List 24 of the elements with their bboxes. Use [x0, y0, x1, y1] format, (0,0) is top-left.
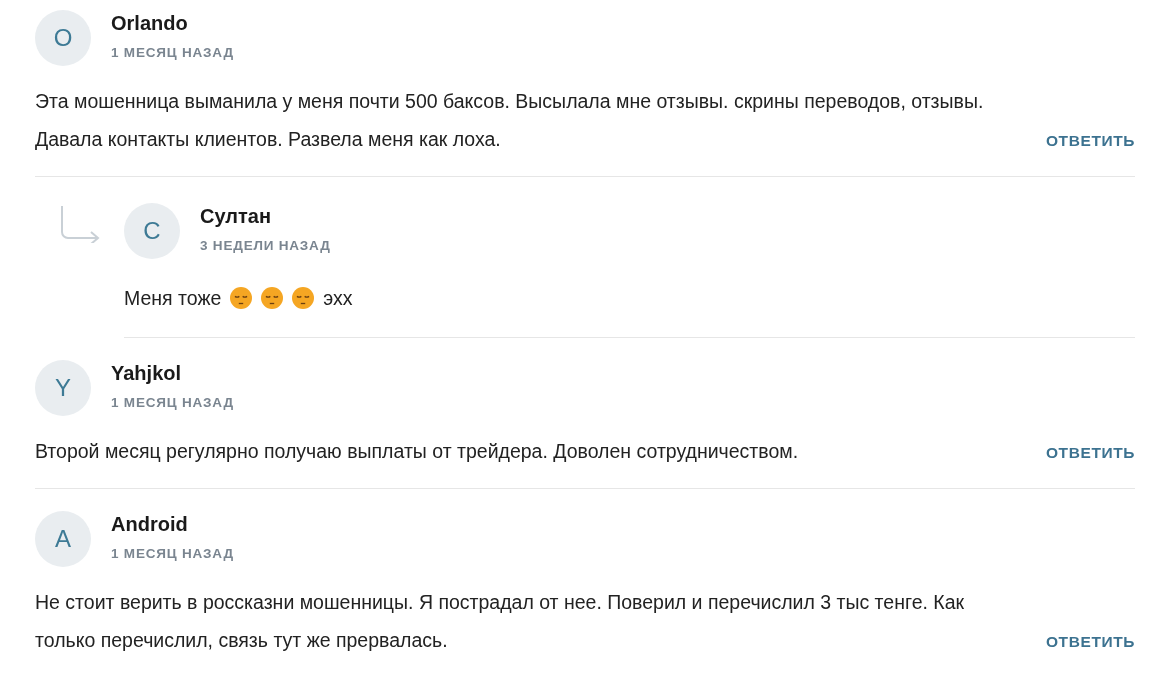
avatar: A	[35, 511, 91, 567]
reply-button[interactable]: ОТВЕТИТЬ	[1045, 444, 1135, 462]
author-name: Yahjkol	[111, 362, 183, 385]
comment-text: Эта мошенница выманила у меня почти 500 баксов. Высылала мне отзывы. скрины переводов, отзывы. Давала контакты клиентов. Развела меня как лоха.	[35, 89, 985, 152]
reply-button[interactable]: ОТВЕТИТЬ	[1045, 132, 1135, 150]
comment-date: 1 МЕСЯЦ НАЗАД	[111, 45, 234, 60]
avatar: Y	[35, 360, 91, 416]
avatar: С	[124, 203, 180, 259]
author-name: Orlando	[111, 12, 189, 35]
reply-arrow-icon	[60, 203, 100, 243]
pensive-face-icon	[261, 287, 284, 309]
author-name: Султан	[200, 205, 272, 228]
avatar: O	[35, 10, 91, 66]
comment-text: Второй месяц регулярно получаю выплаты от трейдера. Доволен сотрудничеством.	[35, 439, 799, 464]
comment-text: Меня тоже	[124, 286, 222, 311]
comment-text: эхх	[323, 286, 353, 311]
pensive-face-icon	[292, 287, 315, 309]
reply-button[interactable]: ОТВЕТИТЬ	[1045, 633, 1135, 651]
comment-date: 1 МЕСЯЦ НАЗАД	[111, 546, 234, 561]
comment-date: 1 МЕСЯЦ НАЗАД	[111, 395, 234, 410]
author-name: Android	[111, 513, 189, 536]
pensive-face-icon	[230, 287, 253, 309]
comment-date: 3 НЕДЕЛИ НАЗАД	[200, 238, 331, 253]
comment-text: Не стоит верить в россказни мошенницы. Я пострадал от нее. Поверил и перечислил 3 тыс тенге. Как только перечислил, связь тут же прервалась.	[35, 590, 966, 653]
